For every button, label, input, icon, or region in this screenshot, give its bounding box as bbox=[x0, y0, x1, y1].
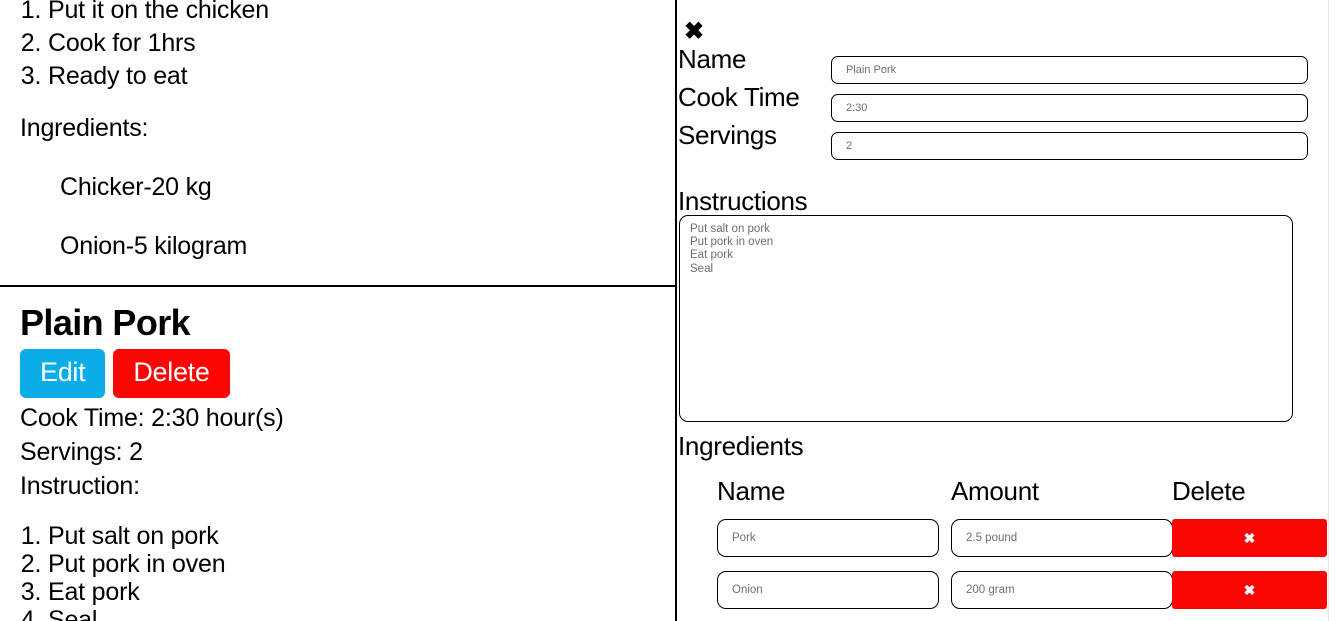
recipe-actions: Edit Delete bbox=[20, 348, 675, 398]
table-cell-name bbox=[677, 571, 939, 609]
delete-ingredient-button[interactable]: ✖ bbox=[1172, 571, 1327, 609]
servings-label: Servings bbox=[678, 120, 777, 150]
list-item: Put it on the chicken bbox=[48, 0, 675, 27]
ingredient-name-input[interactable] bbox=[717, 519, 939, 557]
instructions-label: Instructions bbox=[678, 186, 808, 216]
list-item: Eat pork bbox=[48, 577, 675, 606]
recipe-card-plain-pork: Plain Pork Edit Delete Cook Time: 2:30 h… bbox=[0, 285, 675, 621]
step-text: Seal bbox=[48, 605, 98, 621]
table-cell-name bbox=[677, 519, 939, 557]
table-row: ✖ bbox=[677, 564, 1338, 616]
name-label: Name bbox=[678, 44, 747, 74]
form-row-cook-time: Cook Time bbox=[677, 82, 1308, 122]
instructions-textarea[interactable] bbox=[679, 215, 1293, 422]
column-header-delete: Delete bbox=[1172, 476, 1246, 506]
edit-recipe-form-panel: ✖ Name Cook Time Servings Instructions I… bbox=[677, 0, 1338, 621]
step-text: Put salt on pork bbox=[48, 521, 219, 550]
recipe-list-column: Put it on the chicken Cook for 1hrs Read… bbox=[0, 0, 677, 621]
table-row: ✖ bbox=[677, 512, 1338, 564]
ingredient-amount-input[interactable] bbox=[951, 571, 1173, 609]
column-header-name: Name bbox=[717, 476, 786, 506]
cook-time-input[interactable] bbox=[831, 94, 1308, 122]
edit-button[interactable]: Edit bbox=[20, 348, 106, 398]
table-cell-amount bbox=[908, 519, 1173, 557]
instruction-label: Instruction: bbox=[20, 471, 140, 500]
servings-text: Servings: 2 bbox=[20, 437, 143, 466]
name-input[interactable] bbox=[831, 56, 1308, 84]
ingredient-line: Chicker-20 kg bbox=[60, 173, 212, 202]
ingredients-label: Ingredients: bbox=[20, 114, 149, 143]
step-text: Put pork in oven bbox=[48, 549, 226, 578]
recipe-steps-list: Put it on the chicken Cook for 1hrs Read… bbox=[0, 0, 675, 93]
list-item: Seal bbox=[48, 605, 675, 621]
ingredients-heading: Ingredients bbox=[678, 431, 804, 461]
step-text: Eat pork bbox=[48, 577, 140, 606]
column-header-amount: Amount bbox=[951, 476, 1039, 506]
app-root: Put it on the chicken Cook for 1hrs Read… bbox=[0, 0, 1338, 621]
step-text: Put it on the chicken bbox=[48, 0, 269, 24]
servings-input[interactable] bbox=[831, 132, 1308, 160]
list-item: Put pork in oven bbox=[48, 549, 675, 578]
ingredient-name-input[interactable] bbox=[717, 571, 939, 609]
ingredient-amount-input[interactable] bbox=[951, 519, 1173, 557]
list-item: Put salt on pork bbox=[48, 521, 675, 550]
scrollbar-track[interactable] bbox=[1328, 0, 1329, 621]
delete-ingredient-button[interactable]: ✖ bbox=[1172, 519, 1327, 557]
ingredients-table: Name Amount Delete ✖ bbox=[677, 478, 1338, 616]
table-cell-delete: ✖ bbox=[1143, 519, 1327, 557]
table-cell-amount bbox=[908, 571, 1173, 609]
cook-time-label: Cook Time bbox=[678, 82, 800, 112]
form-row-name: Name bbox=[677, 44, 1308, 84]
instruction-steps-list: Put salt on pork Put pork in oven Eat po… bbox=[0, 521, 675, 621]
step-text: Cook for 1hrs bbox=[48, 28, 196, 57]
list-item: Ready to eat bbox=[48, 60, 675, 93]
table-cell-delete: ✖ bbox=[1143, 571, 1327, 609]
form-row-servings: Servings bbox=[677, 120, 1308, 160]
delete-button[interactable]: Delete bbox=[113, 348, 230, 398]
cook-time-text: Cook Time: 2:30 hour(s) bbox=[20, 403, 284, 432]
table-header-row: Name Amount Delete bbox=[677, 478, 1338, 512]
list-item: Cook for 1hrs bbox=[48, 27, 675, 60]
step-text: Ready to eat bbox=[48, 61, 188, 90]
page-title: Plain Pork bbox=[20, 302, 191, 343]
ingredient-line: Onion-5 kilogram bbox=[60, 232, 248, 261]
recipe-card-previous: Put it on the chicken Cook for 1hrs Read… bbox=[0, 0, 675, 261]
close-icon[interactable]: ✖ bbox=[679, 18, 709, 46]
